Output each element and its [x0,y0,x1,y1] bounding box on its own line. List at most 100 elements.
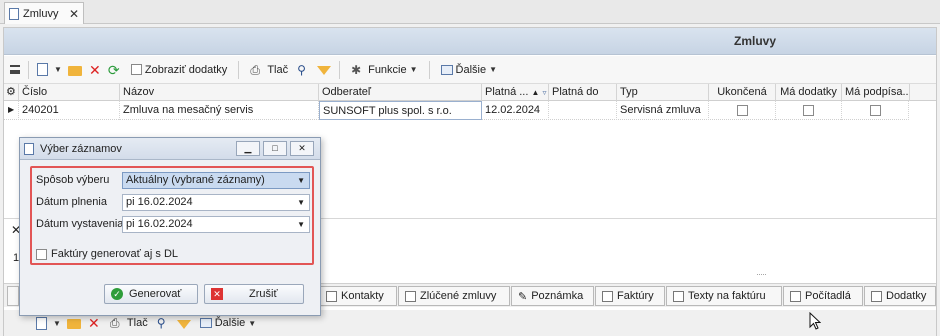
filter-icon[interactable] [176,319,191,329]
refresh-icon[interactable]: ⟳ [108,63,122,77]
tab-label: Zmluvy [23,7,59,20]
cell-cislo[interactable]: 240201 [19,101,120,120]
chevron-down-icon[interactable]: ▼ [53,319,61,328]
dialog-title: Výber záznamov [40,142,122,155]
folder-icon[interactable] [66,319,81,329]
divider [428,60,430,79]
chevron-down-icon[interactable]: ▼ [297,217,305,232]
maximize-button[interactable]: □ [263,141,287,156]
folder-icon[interactable] [67,65,82,76]
chevron-down-icon[interactable]: ▼ [297,173,305,188]
cell-platna-od[interactable]: 12.02.2024 [482,101,549,120]
cell-odberatel[interactable]: SUNSOFT plus spol. s r.o. [319,101,482,120]
chevron-down-icon[interactable]: ▼ [54,65,62,74]
functions-menu-button[interactable]: ✱ Funkcie ▼ [348,61,420,79]
column-header-typ[interactable]: Typ [617,84,709,101]
print-button[interactable]: ⎙ Tlač [247,61,291,79]
column-header-platna-od-label: Platná ... [485,86,529,98]
tab-poznamka[interactable]: ✎ Poznámka [511,286,594,306]
close-button[interactable]: ✕ [290,141,314,156]
tab-zlucene-zmluvy[interactable]: Zlúčené zmluvy [398,286,510,306]
divider [339,60,341,79]
more-menu-button[interactable]: Ďalšie ▼ [438,62,501,78]
chevron-down-icon: ▼ [409,65,418,74]
grid-icon [440,64,453,75]
new-document-icon[interactable] [36,316,47,330]
column-header-nazov[interactable]: Názov [120,84,319,101]
filter-icon[interactable] [317,66,332,75]
binoculars-icon[interactable]: ⚲ [297,63,311,77]
document-icon [9,7,19,20]
divider [238,60,240,79]
text-icon [673,290,684,302]
tab-kontakty-label: Kontakty [341,290,384,302]
page-title: Zmluvy [733,34,776,48]
generate-button-label: Generovať [129,288,182,300]
chevron-down-icon: ▼ [248,318,257,328]
checkmark-icon: ✓ [111,288,123,300]
tab-first[interactable] [7,286,19,306]
column-header-ukoncena[interactable]: Ukončená [709,84,776,101]
tab-faktury-label: Faktúry [617,290,654,302]
new-document-icon[interactable] [37,63,48,76]
column-header-platna-od[interactable]: Platná ... ▲ ▿ [482,84,549,101]
addendum-icon [871,290,882,302]
delete-icon[interactable]: ✕ [88,63,102,77]
tab-zmluvy[interactable]: Zmluvy ✕ [4,2,84,24]
cell-platna-do[interactable] [549,101,617,120]
print-button[interactable]: ⎙ Tlač [107,314,151,332]
minimize-button[interactable]: ▁ [236,141,260,156]
table-row[interactable]: ▶ 240201 Zmluva na mesačný servis SUNSOF… [4,101,909,120]
printer-icon: ⎙ [250,62,260,77]
column-header-cislo[interactable]: Číslo [19,84,120,101]
cancel-button[interactable]: ✕ Zrušiť [204,284,304,304]
generate-with-dl-option[interactable]: Faktúry generovať aj s DL [36,248,178,260]
more-label: Ďalšie [455,63,487,76]
tab-zlucene-zmluvy-label: Zlúčené zmluvy [420,290,497,302]
cell-typ[interactable]: Servisná zmluva [617,101,709,120]
tab-kontakty[interactable]: Kontakty [319,286,397,306]
tab-poznamka-label: Poznámka [531,290,584,302]
counter-icon [790,290,801,302]
column-header-ma-dodatky[interactable]: Má dodatky [776,84,842,101]
performance-date-value: pi 16.02.2024 [126,196,193,208]
checkbox[interactable] [803,104,814,116]
checkbox-icon[interactable] [130,64,142,75]
tab-pocitadla[interactable]: Počítadlá [783,286,863,306]
cell-ukoncena[interactable] [709,101,776,120]
column-header-ma-podpisanu[interactable]: Má podpísa... [842,84,910,101]
row-indicator-icon: ▶ [4,101,19,120]
cell-ma-podpisanu[interactable] [842,101,909,120]
checkbox[interactable] [869,104,881,116]
mouse-cursor-icon [809,311,822,333]
selection-method-select[interactable]: Aktuálny (vybrané záznamy) ▼ [122,172,310,189]
selection-method-value: Aktuálny (vybrané záznamy) [126,174,265,186]
cancel-icon: ✕ [211,288,223,300]
generate-button[interactable]: ✓ Generovať [104,284,198,304]
column-header-odberatel[interactable]: Odberateľ [319,84,482,101]
checkbox[interactable] [736,104,748,116]
more-label: Ďalšie [214,317,246,329]
show-addenda-toggle[interactable]: Zobraziť dodatky [128,62,230,78]
grid-settings-icon[interactable]: ⚙ [4,84,19,101]
chevron-down-icon[interactable]: ▼ [297,195,305,210]
cell-nazov[interactable]: Zmluva na mesačný servis [120,101,319,120]
cell-ma-dodatky[interactable] [776,101,842,120]
document-icon [24,142,34,155]
binoculars-icon[interactable]: ⚲ [157,316,171,330]
tab-texty-na-fakturu-label: Texty na faktúru [688,290,766,302]
tab-faktury[interactable]: Faktúry [595,286,665,306]
tab-dodatky[interactable]: Dodatky [864,286,936,306]
delete-icon[interactable]: ✕ [87,316,101,330]
column-header-platna-do[interactable]: Platná do [549,84,617,101]
close-icon[interactable]: ✕ [69,7,79,21]
menu-icon[interactable] [10,65,20,74]
tab-texty-na-fakturu[interactable]: Texty na faktúru [666,286,782,306]
performance-date-input[interactable]: pi 16.02.2024 ▼ [122,194,310,211]
more-menu-button[interactable]: Ďalšie ▼ [197,315,260,331]
generate-with-dl-checkbox[interactable] [36,248,47,260]
contacts-icon [326,290,337,302]
issue-date-input[interactable]: pi 16.02.2024 ▼ [122,216,310,233]
filter-icon[interactable]: ▿ [542,88,546,97]
grip-handle[interactable]: ····· [756,269,767,279]
